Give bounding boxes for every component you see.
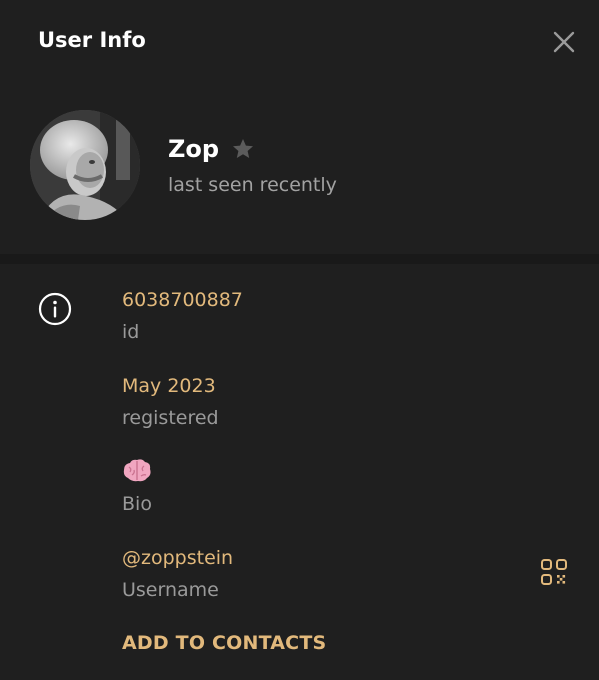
- add-to-contacts-button[interactable]: ADD TO CONTACTS: [122, 632, 326, 654]
- brain-emoji-icon: [122, 458, 152, 484]
- registered-label: registered: [122, 407, 219, 429]
- name-row: Zop: [168, 134, 255, 164]
- id-field[interactable]: 6038700887 id: [122, 288, 243, 344]
- last-seen-status: last seen recently: [168, 174, 337, 196]
- username-value: @zoppstein: [122, 547, 234, 569]
- username-field[interactable]: @zoppstein Username: [122, 546, 233, 602]
- id-label: id: [122, 321, 140, 343]
- close-icon[interactable]: [548, 26, 580, 58]
- avatar[interactable]: [30, 110, 140, 220]
- bio-field[interactable]: Bio: [122, 458, 152, 516]
- registered-value: May 2023: [122, 375, 216, 397]
- user-info-dialog: User Info Zop last seen recently 6038700…: [0, 0, 599, 680]
- id-value: 6038700887: [122, 289, 243, 311]
- user-name: Zop: [168, 135, 220, 163]
- section-divider: [0, 254, 599, 264]
- dialog-header: User Info: [0, 0, 599, 86]
- profile-section: Zop last seen recently: [0, 86, 599, 254]
- username-label: Username: [122, 579, 219, 601]
- qr-code-icon[interactable]: [540, 558, 568, 586]
- bio-label: Bio: [122, 493, 152, 515]
- info-icon: [38, 292, 72, 326]
- dialog-title: User Info: [38, 28, 146, 52]
- registered-field[interactable]: May 2023 registered: [122, 374, 219, 430]
- star-icon[interactable]: [231, 137, 255, 161]
